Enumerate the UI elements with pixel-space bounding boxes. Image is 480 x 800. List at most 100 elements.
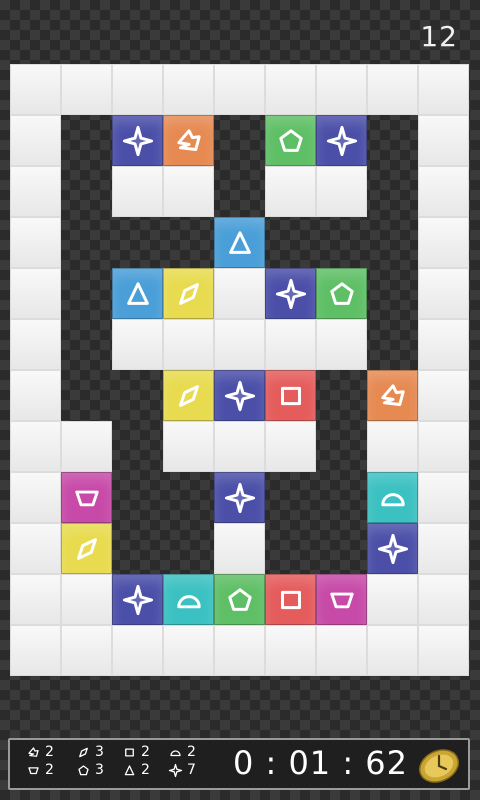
wall-block — [418, 472, 469, 523]
count-value: 2 — [45, 744, 54, 760]
wall-block — [10, 115, 61, 166]
wall-block — [418, 115, 469, 166]
triangle-tile[interactable] — [112, 268, 163, 319]
star-icon — [224, 482, 255, 513]
trapezoid-count: 2 — [26, 762, 54, 778]
wall-block — [10, 319, 61, 370]
pentagon-tile[interactable] — [316, 268, 367, 319]
wall-block — [418, 421, 469, 472]
crescent-tile[interactable] — [367, 370, 418, 421]
triangle-tile[interactable] — [214, 217, 265, 268]
wall-block — [367, 625, 418, 676]
diamond-tile[interactable] — [163, 268, 214, 319]
square-tile[interactable] — [265, 370, 316, 421]
wall-block — [214, 268, 265, 319]
wall-block — [418, 574, 469, 625]
dome-tile[interactable] — [367, 472, 418, 523]
diamond-icon — [79, 747, 88, 757]
star-tile[interactable] — [214, 370, 265, 421]
wall-block — [163, 625, 214, 676]
wall-block — [112, 319, 163, 370]
wall-block — [418, 370, 469, 421]
wall-block — [10, 166, 61, 217]
wall-block — [214, 523, 265, 574]
square-icon — [280, 590, 301, 609]
game-board — [10, 64, 469, 676]
clock-icon[interactable] — [418, 745, 460, 787]
wall-block — [367, 64, 418, 115]
star-icon — [326, 125, 357, 156]
pentagon-tile[interactable] — [214, 574, 265, 625]
star-tile[interactable] — [112, 115, 163, 166]
wall-block — [10, 523, 61, 574]
pentagon-icon — [227, 587, 252, 611]
wall-block — [214, 625, 265, 676]
wall-block — [61, 625, 112, 676]
crescent-tile[interactable] — [163, 115, 214, 166]
wall-block — [316, 319, 367, 370]
diamond-tile[interactable] — [163, 370, 214, 421]
wall-block — [265, 625, 316, 676]
count-value: 2 — [45, 762, 54, 778]
triangle-count: 2 — [122, 762, 150, 778]
wall-block — [367, 574, 418, 625]
wall-block — [10, 421, 61, 472]
wall-block — [265, 64, 316, 115]
diamond-count: 3 — [76, 744, 104, 760]
wall-block — [163, 421, 214, 472]
wall-block — [10, 370, 61, 421]
wall-block — [112, 166, 163, 217]
wall-block — [265, 421, 316, 472]
wall-block — [418, 625, 469, 676]
pentagon-tile[interactable] — [265, 115, 316, 166]
trapezoid-tile[interactable] — [61, 472, 112, 523]
wall-block — [112, 64, 163, 115]
star-count: 7 — [168, 762, 196, 778]
star-icon — [275, 278, 306, 309]
triangle-icon — [126, 281, 149, 305]
wall-block — [214, 64, 265, 115]
count-value: 7 — [187, 762, 196, 778]
wall-block — [316, 64, 367, 115]
wall-block — [163, 319, 214, 370]
wall-block — [10, 625, 61, 676]
square-tile[interactable] — [265, 574, 316, 625]
wall-block — [316, 166, 367, 217]
trapezoid-icon — [28, 766, 39, 774]
star-tile[interactable] — [214, 472, 265, 523]
diamond-tile[interactable] — [61, 523, 112, 574]
wall-block — [61, 574, 112, 625]
star-icon — [122, 125, 153, 156]
wall-block — [418, 268, 469, 319]
star-tile[interactable] — [367, 523, 418, 574]
wall-block — [316, 625, 367, 676]
wall-block — [163, 64, 214, 115]
star-icon — [377, 533, 408, 564]
star-icon — [168, 763, 183, 777]
crescent-icon — [28, 746, 39, 757]
star-tile[interactable] — [265, 268, 316, 319]
timer: 0 : 01 : 62 — [232, 744, 408, 782]
trapezoid-tile[interactable] — [316, 574, 367, 625]
wall-block — [61, 421, 112, 472]
pentagon-icon — [278, 128, 303, 152]
square-icon — [125, 747, 134, 757]
crescent-icon — [176, 128, 201, 151]
wall-block — [367, 421, 418, 472]
wall-block — [112, 625, 163, 676]
status-bar: 2 2 3 3 2 2 2 7 0 : 01 : 62 — [8, 738, 470, 790]
square-icon — [280, 386, 301, 405]
wall-block — [61, 64, 112, 115]
dome-tile[interactable] — [163, 574, 214, 625]
star-tile[interactable] — [316, 115, 367, 166]
wall-block — [418, 319, 469, 370]
triangle-icon — [124, 764, 135, 775]
trapezoid-icon — [329, 592, 354, 608]
wall-block — [10, 217, 61, 268]
star-icon — [122, 584, 153, 615]
count-value: 3 — [95, 744, 104, 760]
wall-block — [10, 64, 61, 115]
wall-block — [265, 319, 316, 370]
crescent-icon — [380, 383, 405, 406]
star-tile[interactable] — [112, 574, 163, 625]
